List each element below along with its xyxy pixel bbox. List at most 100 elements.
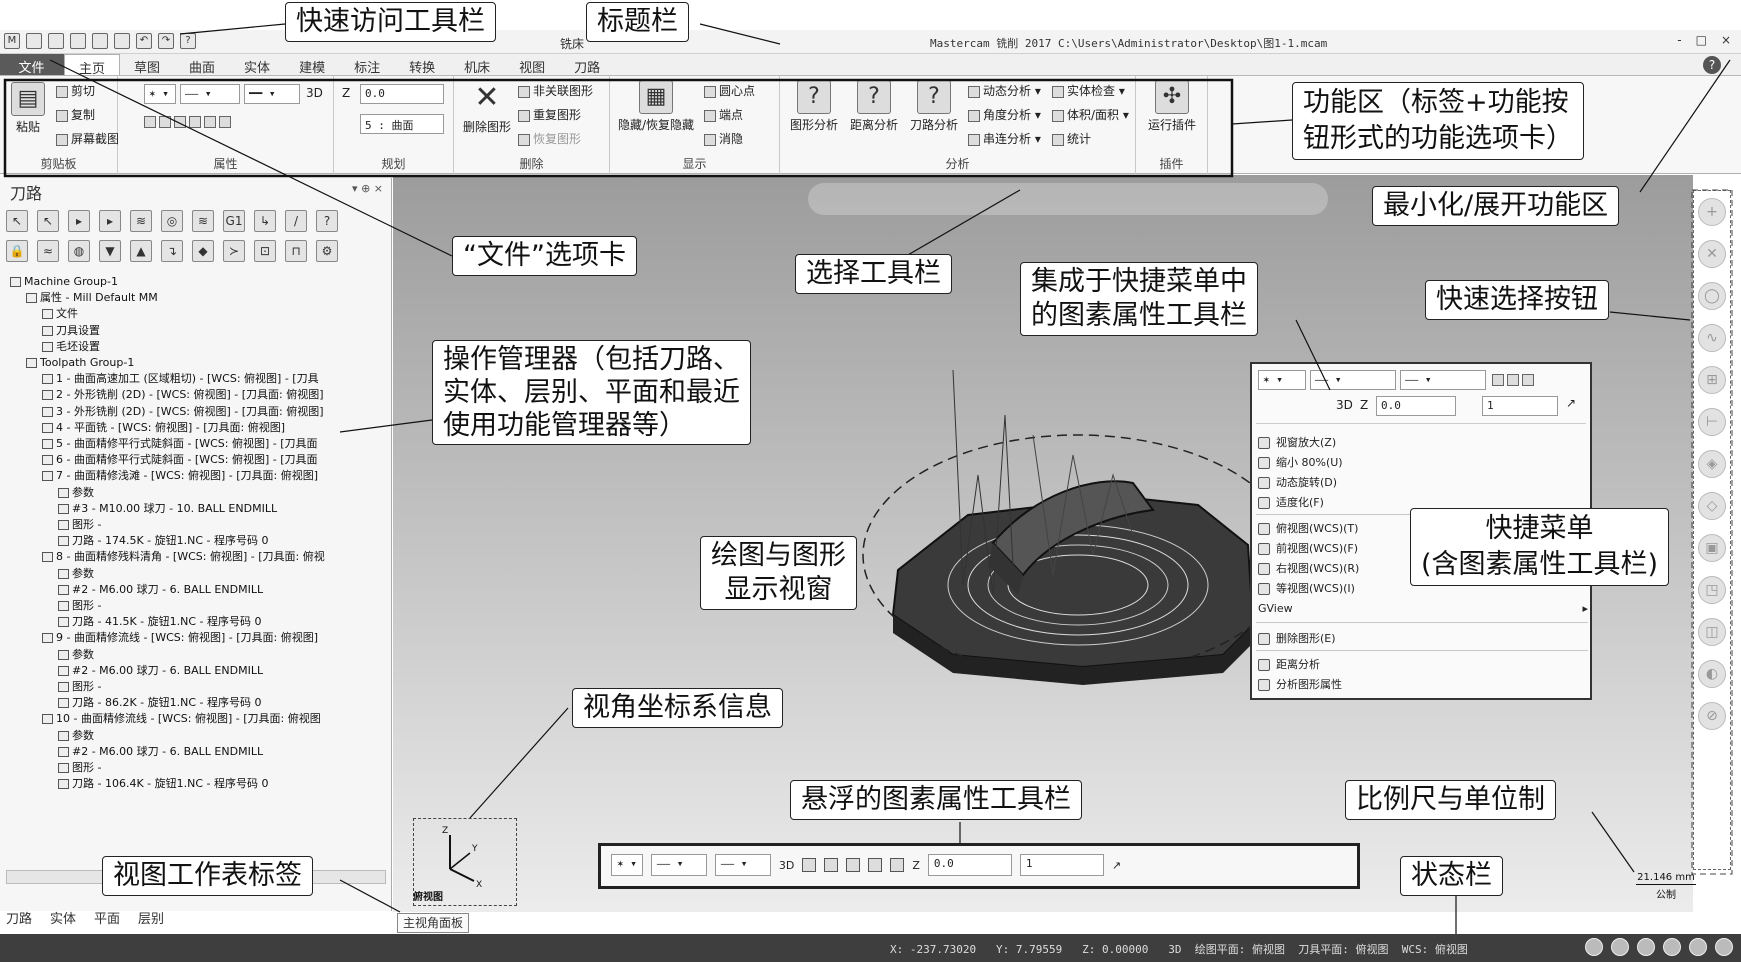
help-icon[interactable]: ? <box>316 210 338 232</box>
tree-node[interactable]: 刀具设置 <box>10 323 386 339</box>
group-icon[interactable]: ⊡ <box>254 240 276 262</box>
tree-node[interactable]: 图形 - <box>10 679 386 695</box>
tree-node[interactable]: 参数 <box>10 647 386 663</box>
float-attr-icon[interactable] <box>890 858 905 872</box>
globe-icon[interactable] <box>1637 938 1655 956</box>
tree-node[interactable]: 毛坯设置 <box>10 339 386 355</box>
toolpath-analysis-button[interactable]: ? 刀路分析 <box>906 80 962 133</box>
level-select[interactable]: 5 : 曲面 <box>360 114 444 134</box>
lock-icon[interactable]: 🔒 <box>6 240 28 262</box>
tree-node[interactable]: 刀路 - 174.5K - 旋钮1.NC - 程序号码 0 <box>10 533 386 549</box>
z-depth-input[interactable]: 0.0 <box>360 84 444 104</box>
float-three-d-toggle[interactable]: 3D <box>779 859 794 872</box>
menu-dynamic-rotate[interactable]: 动态旋转(D) <box>1258 474 1337 490</box>
ctx-expand-icon[interactable]: ↗ <box>1566 396 1576 410</box>
tree-node[interactable]: 3 - 外形铣削 (2D) - [WCS: 俯视图] - [刀具面: 俯视图] <box>10 404 386 420</box>
menu-front-view[interactable]: 前视图(WCS)(F) <box>1258 540 1358 556</box>
float-fill-icon[interactable] <box>824 858 839 872</box>
tree-node[interactable]: 7 - 曲面精修浅滩 - [WCS: 俯视图] - [刀具面: 俯视图] <box>10 468 386 484</box>
hide-restore-button[interactable]: ▦ 隐藏/恢复隐藏 <box>614 80 698 133</box>
menu-iso-view[interactable]: 等视图(WCS)(I) <box>1258 580 1355 596</box>
open-file-icon[interactable] <box>48 33 64 49</box>
float-line-color-icon[interactable] <box>846 858 861 872</box>
menu-unzoom[interactable]: 缩小 80%(U) <box>1258 454 1343 470</box>
tab-home[interactable]: 主页 <box>64 54 121 77</box>
float-expand-icon[interactable]: ↗ <box>1112 859 1121 872</box>
select-groups-icon[interactable]: ▣ <box>1698 534 1726 562</box>
solid-check-button[interactable]: 实体检查 ▾ <box>1052 82 1125 99</box>
ctx-point-style-select[interactable]: ✶ ▾ <box>1258 370 1306 390</box>
minimize-button[interactable]: - <box>1677 33 1681 47</box>
float-point-style-select[interactable]: ✶ ▾ <box>611 854 643 876</box>
tree-node[interactable]: #3 - M10.00 球刀 - 10. BALL ENDMILL <box>10 501 386 517</box>
tab-solids-manager[interactable]: 实体 <box>50 908 76 927</box>
ghost-icon[interactable]: ◍ <box>68 240 90 262</box>
tree-node[interactable]: #2 - M6.00 球刀 - 6. BALL ENDMILL <box>10 744 386 760</box>
menu-top-view[interactable]: 俯视图(WCS)(T) <box>1258 520 1358 536</box>
shading-icon[interactable] <box>1715 938 1733 956</box>
ctx-z-input[interactable]: 0.0 <box>1376 396 1456 416</box>
tree-node[interactable]: 8 - 曲面精修残料清角 - [WCS: 俯视图] - [刀具面: 俯视 <box>10 549 386 565</box>
menu-gview[interactable]: GView ▸ <box>1258 602 1588 615</box>
tab-dimension[interactable]: 标注 <box>340 54 395 76</box>
close-button[interactable]: × <box>1721 33 1731 47</box>
shading-icon[interactable] <box>1689 938 1707 956</box>
select-invalid-ops-icon[interactable]: ↖ <box>37 210 59 232</box>
color-tools[interactable] <box>144 114 234 128</box>
view-sheet-tab[interactable]: 主视角面板 <box>397 913 469 933</box>
tree-node[interactable]: Machine Group-1 <box>10 274 386 290</box>
menu-zoom-window[interactable]: 视窗放大(Z) <box>1258 434 1336 450</box>
tree-node[interactable]: #2 - M6.00 球刀 - 6. BALL ENDMILL <box>10 663 386 679</box>
tab-machine[interactable]: 机床 <box>450 54 505 76</box>
maximize-button[interactable]: □ <box>1696 33 1707 47</box>
select-arcs-icon[interactable]: ◯ <box>1698 282 1726 310</box>
post-icon[interactable]: G1 <box>223 210 245 232</box>
shading-icon[interactable] <box>1663 938 1681 956</box>
menu-distance-analysis[interactable]: 距离分析 <box>1258 656 1320 672</box>
select-levels-icon[interactable]: ◫ <box>1698 618 1726 646</box>
ctx-color-tools[interactable] <box>1492 372 1537 386</box>
toggle-display-icon[interactable]: ≈ <box>37 240 59 262</box>
chain-analysis-button[interactable]: 串连分析 ▾ <box>968 130 1041 147</box>
float-line-style-select[interactable]: —— ▾ <box>650 854 707 876</box>
float-level-select[interactable]: 1 <box>1019 854 1104 876</box>
highfeed-icon[interactable]: ↳ <box>254 210 276 232</box>
run-addin-button[interactable]: ✣ 运行插件 <box>1142 80 1202 133</box>
line-style-select[interactable]: —— ▾ <box>180 84 240 104</box>
undo-icon[interactable]: ↶ <box>136 33 152 49</box>
tree-node[interactable]: 2 - 外形铣削 (2D) - [WCS: 俯视图] - [刀具面: 俯视图] <box>10 387 386 403</box>
tplane-status[interactable]: 刀具平面: 俯视图 <box>1298 943 1388 956</box>
distance-analysis-button[interactable]: ? 距离分析 <box>846 80 902 133</box>
tree-node[interactable]: Toolpath Group-1 <box>10 355 386 371</box>
copy-button[interactable]: 复制 <box>56 106 95 123</box>
tab-surface[interactable]: 曲面 <box>175 54 230 76</box>
select-surfaces-icon[interactable]: ⊞ <box>1698 366 1726 394</box>
regenerate-dirty-icon[interactable]: ▸ <box>99 210 121 232</box>
expand-icon[interactable]: ◆ <box>192 240 214 262</box>
float-z-input[interactable]: 0.0 <box>927 854 1012 876</box>
float-color-icon[interactable] <box>802 858 817 872</box>
volume-area-button[interactable]: 体积/面积 ▾ <box>1052 106 1129 123</box>
show-only-icon[interactable]: ≻ <box>223 240 245 262</box>
ctx-three-d-toggle[interactable]: 3D <box>1336 398 1353 412</box>
tab-sketch[interactable]: 草图 <box>120 54 175 76</box>
app-logo-icon[interactable]: M <box>4 33 20 49</box>
redo-icon[interactable]: ↷ <box>158 33 174 49</box>
print-icon[interactable] <box>92 33 108 49</box>
ctx-level-select[interactable]: 1 <box>1482 396 1558 416</box>
select-all-icon[interactable]: + <box>1698 198 1726 226</box>
tree-node[interactable]: 刀路 - 106.4K - 旋钮1.NC - 程序号码 0 <box>10 776 386 792</box>
panel-controls[interactable]: ▾ ⊕ × <box>352 182 383 195</box>
delete-entity-button[interactable]: ✕ 删除图形 <box>460 82 514 135</box>
endpoint-button[interactable]: 端点 <box>704 106 743 123</box>
tree-node[interactable]: 刀路 - 86.2K - 旋钮1.NC - 程序号码 0 <box>10 695 386 711</box>
move-up-icon[interactable]: ▲ <box>130 240 152 262</box>
menu-analyze-entity[interactable]: 分析图形属性 <box>1258 676 1342 692</box>
unrelated-entity-button[interactable]: 非关联图形 <box>518 82 593 99</box>
globe-icon[interactable] <box>1611 938 1629 956</box>
select-solids-icon[interactable]: ◈ <box>1698 450 1726 478</box>
tree-node[interactable]: 4 - 平面铣 - [WCS: 俯视图] - [刀具面: 俯视图] <box>10 420 386 436</box>
help-icon[interactable]: ? <box>1703 56 1721 74</box>
tab-levels-manager[interactable]: 层别 <box>138 908 164 927</box>
blank-button[interactable]: 消隐 <box>704 130 743 147</box>
